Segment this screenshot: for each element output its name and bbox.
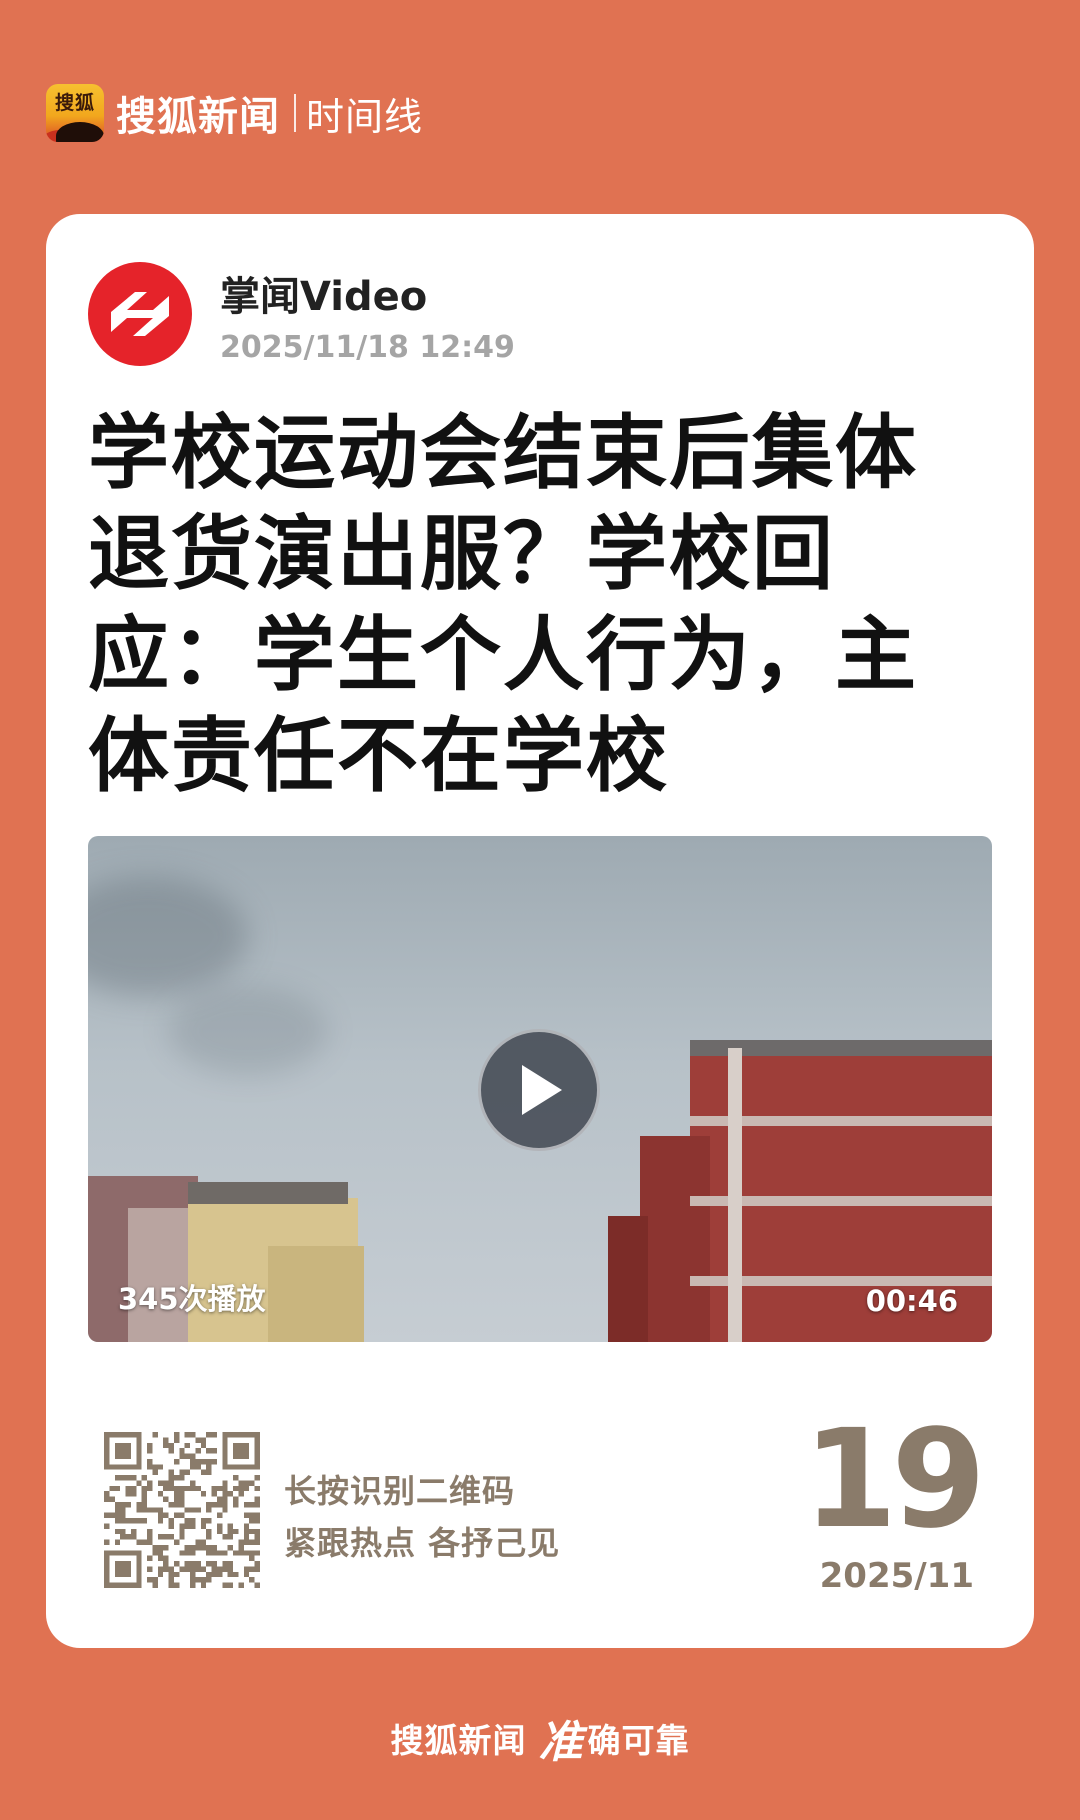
source-name[interactable]: 掌闻Video bbox=[220, 264, 427, 322]
logo-text: 搜狐 bbox=[54, 92, 95, 114]
publish-time: 2025/11/18 12:49 bbox=[220, 330, 515, 365]
video-duration: 00:46 bbox=[865, 1284, 958, 1318]
video-player[interactable]: 345次播放 00:46 bbox=[88, 836, 992, 1342]
footer-zhun: 准 bbox=[538, 1717, 584, 1768]
qr-tagline: 紧跟热点 各抒己见 bbox=[284, 1524, 561, 1562]
footer-brand: 搜狐新闻 bbox=[390, 1721, 527, 1760]
section-name: 时间线 bbox=[306, 94, 424, 139]
share-card: 掌闻Video 2025/11/18 12:49 学校运动会结束后集体退货演出服… bbox=[46, 214, 1034, 1648]
article-title[interactable]: 学校运动会结束后集体退货演出服？学校回应：学生个人行为，主体责任不在学校 bbox=[88, 404, 968, 808]
header-divider bbox=[294, 94, 296, 132]
source-avatar-icon[interactable] bbox=[88, 262, 192, 366]
view-count: 345次播放 bbox=[118, 1282, 266, 1316]
footer-tagline: 确可靠 bbox=[587, 1721, 690, 1760]
date-day: 19 bbox=[802, 1401, 986, 1559]
play-icon bbox=[522, 1065, 562, 1115]
date-year-month: 2025/11 bbox=[819, 1556, 974, 1596]
qr-hint: 长按识别二维码 bbox=[284, 1472, 516, 1510]
app-header: 搜狐 搜狐新闻 时间线 bbox=[46, 82, 423, 144]
footer-slogan: 搜狐新闻 准 确可靠 bbox=[0, 1706, 1080, 1770]
brand-name: 搜狐新闻 bbox=[116, 94, 280, 140]
play-button[interactable] bbox=[478, 1029, 600, 1151]
sohu-logo-icon: 搜狐 bbox=[46, 84, 104, 142]
qr-code-icon[interactable] bbox=[104, 1432, 260, 1588]
